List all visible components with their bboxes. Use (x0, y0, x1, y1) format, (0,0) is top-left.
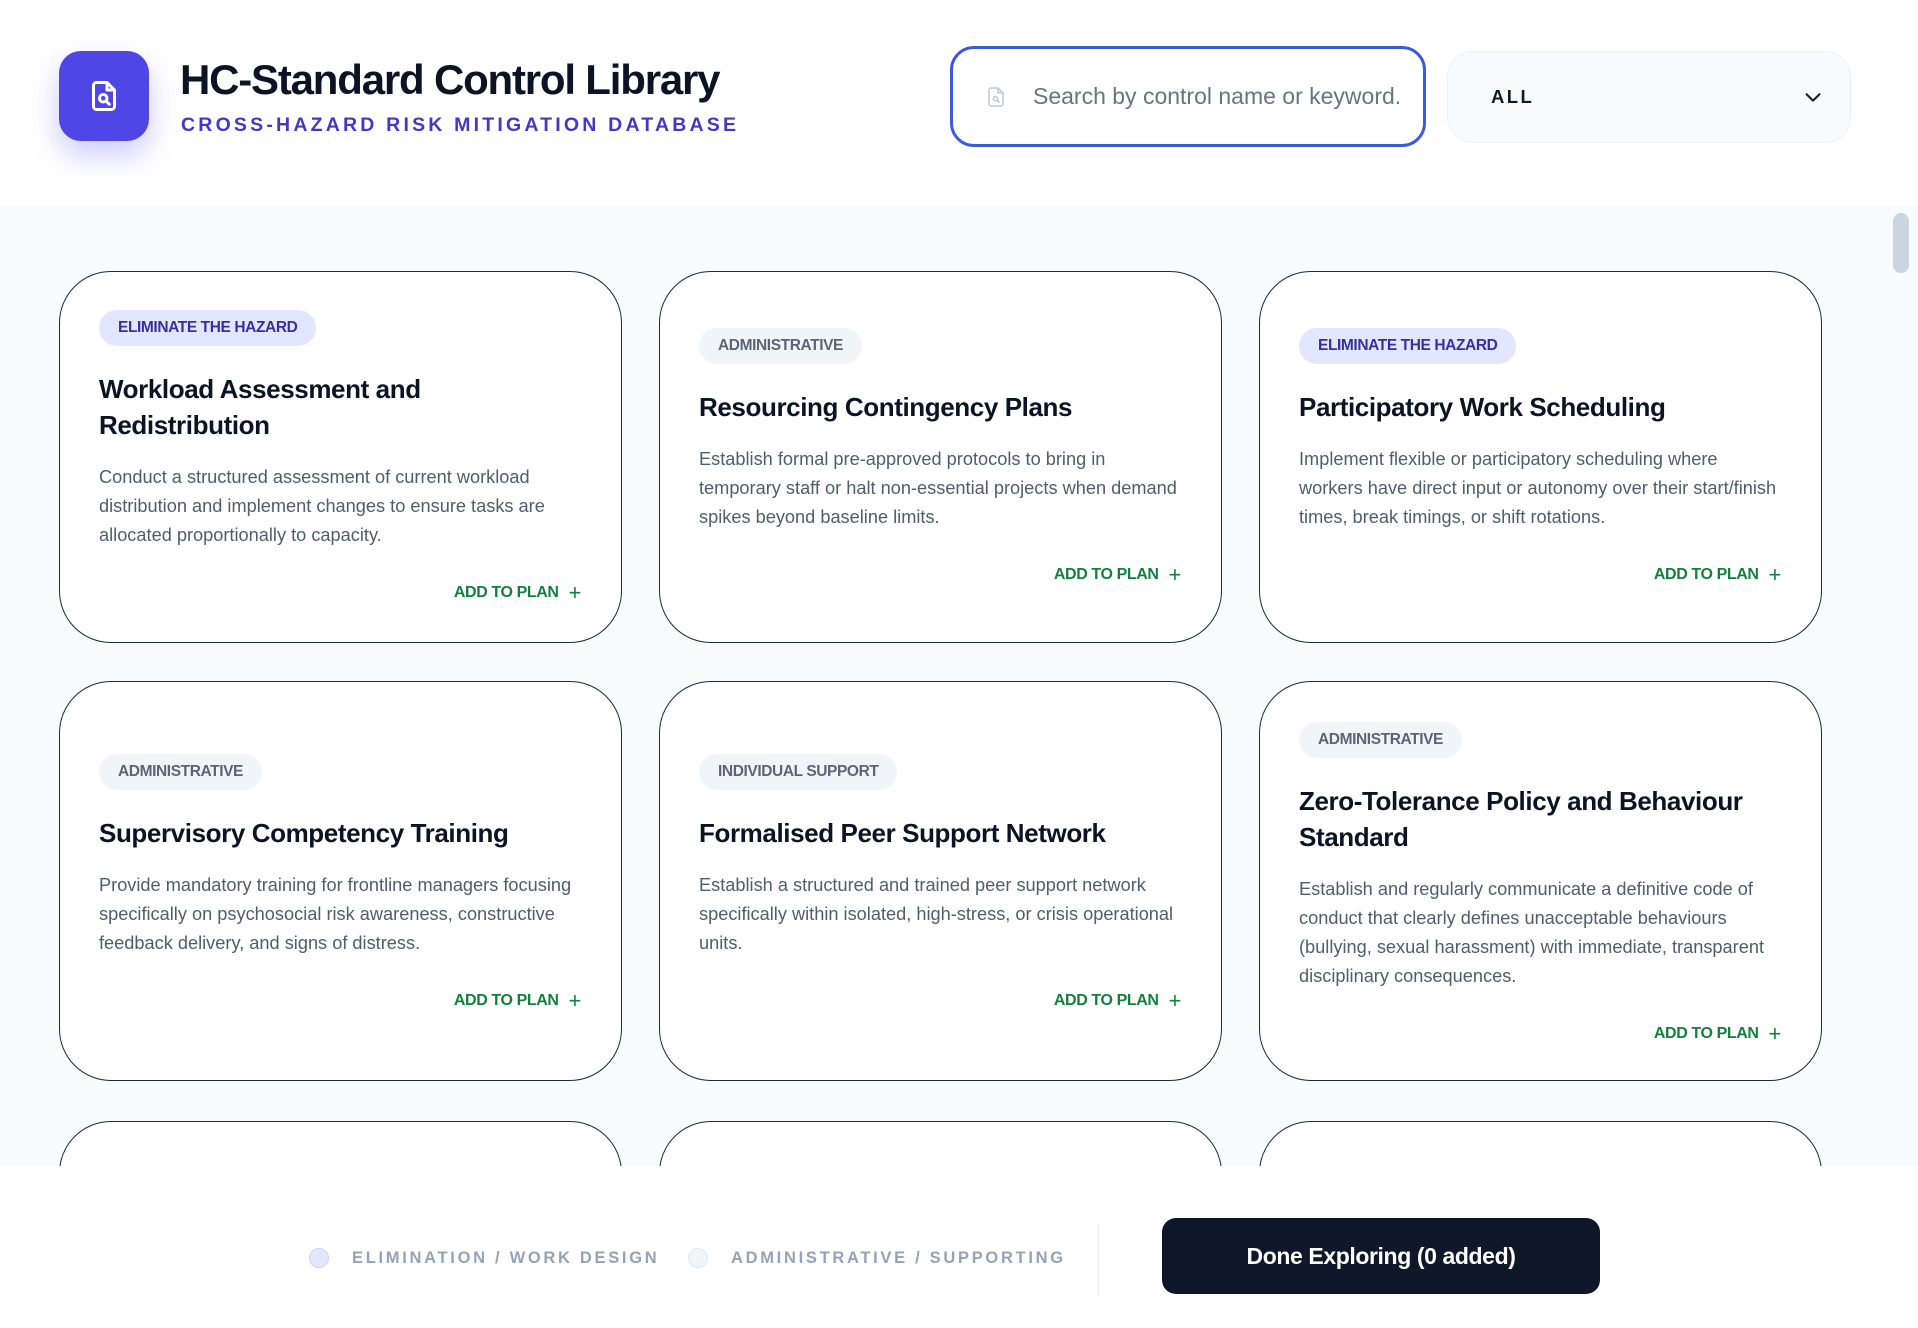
done-exploring-button[interactable]: Done Exploring (0 added) (1162, 1218, 1600, 1294)
category-badge: ADMINISTRATIVE (699, 328, 862, 364)
control-description: Implement flexible or participatory sche… (1299, 449, 1777, 527)
plus-icon: + (568, 988, 582, 1013)
control-title: Supervisory Competency Training (99, 818, 509, 848)
add-to-plan-label: ADD TO PLAN (1653, 566, 1759, 583)
add-to-plan-button[interactable]: ADD TO PLAN + (99, 988, 582, 1013)
scrollbar-track[interactable] (1888, 206, 1918, 1166)
legend-label: ELIMINATION / WORK DESIGN (352, 1248, 660, 1267)
controls-grid: ELIMINATE THE HAZARD Workload Assessment… (0, 206, 1918, 1166)
add-to-plan-label: ADD TO PLAN (1053, 566, 1159, 583)
add-to-plan-label: ADD TO PLAN (453, 992, 559, 1009)
category-badge: ADMINISTRATIVE (1299, 722, 1462, 758)
category-badge: INDIVIDUAL SUPPORT (699, 754, 898, 790)
plus-icon: + (1168, 988, 1182, 1013)
plus-icon: + (1768, 562, 1782, 587)
chevron-down-icon (1805, 93, 1821, 102)
control-description: Conduct a structured assessment of curre… (99, 467, 545, 545)
legend-elimination: ELIMINATION / WORK DESIGN (309, 1248, 659, 1268)
control-card-partial (659, 1121, 1222, 1166)
category-badge: ELIMINATE THE HAZARD (1299, 328, 1517, 364)
category-badge: ELIMINATE THE HAZARD (99, 310, 317, 346)
add-to-plan-button[interactable]: ADD TO PLAN + (699, 562, 1182, 587)
control-title: Workload Assessment and Redistribution (99, 374, 421, 440)
control-title: Zero-Tolerance Policy and Behaviour Stan… (1299, 786, 1743, 852)
control-description: Establish a structured and trained peer … (699, 875, 1174, 953)
app-header: HC-Standard Control Library CROSS-HAZARD… (0, 0, 1918, 206)
document-search-icon (983, 84, 1009, 110)
app-title: HC-Standard Control Library (180, 56, 720, 103)
legend-label: ADMINISTRATIVE / SUPPORTING (731, 1248, 1066, 1267)
scrollbar-thumb[interactable] (1893, 213, 1909, 273)
footer-divider (1098, 1222, 1099, 1298)
add-to-plan-button[interactable]: ADD TO PLAN + (1299, 1021, 1782, 1046)
search-box[interactable] (950, 46, 1426, 147)
add-to-plan-label: ADD TO PLAN (453, 584, 559, 601)
control-card-partial (1259, 1121, 1822, 1166)
control-card: ADMINISTRATIVE Resourcing Contingency Pl… (659, 271, 1222, 643)
plus-icon: + (568, 580, 582, 605)
plus-icon: + (1168, 562, 1182, 587)
control-description: Establish formal pre-approved protocols … (699, 449, 1177, 527)
control-card: INDIVIDUAL SUPPORT Formalised Peer Suppo… (659, 681, 1222, 1081)
filter-selected-value: ALL (1491, 86, 1535, 107)
app-subtitle: CROSS-HAZARD RISK MITIGATION DATABASE (181, 114, 740, 136)
control-card: ELIMINATE THE HAZARD Workload Assessment… (59, 271, 622, 643)
control-description: Establish and regularly communicate a de… (1299, 879, 1764, 986)
add-to-plan-label: ADD TO PLAN (1053, 992, 1159, 1009)
add-to-plan-button[interactable]: ADD TO PLAN + (99, 580, 582, 605)
control-card: ELIMINATE THE HAZARD Participatory Work … (1259, 271, 1822, 643)
control-title: Formalised Peer Support Network (699, 818, 1106, 848)
category-badge: ADMINISTRATIVE (99, 754, 262, 790)
control-title: Resourcing Contingency Plans (699, 392, 1073, 422)
footer-bar: ELIMINATION / WORK DESIGN ADMINISTRATIVE… (0, 1166, 1918, 1328)
search-input[interactable] (1033, 83, 1403, 110)
plus-icon: + (1768, 1021, 1782, 1046)
control-card: ADMINISTRATIVE Supervisory Competency Tr… (59, 681, 622, 1081)
add-to-plan-button[interactable]: ADD TO PLAN + (699, 988, 1182, 1013)
add-to-plan-label: ADD TO PLAN (1653, 1025, 1759, 1042)
app-logo (59, 51, 149, 141)
control-card-partial (59, 1121, 622, 1166)
legend-dot-elimination (309, 1248, 329, 1268)
control-title: Participatory Work Scheduling (1299, 392, 1666, 422)
category-filter-select[interactable]: ALL (1447, 51, 1851, 143)
add-to-plan-button[interactable]: ADD TO PLAN + (1299, 562, 1782, 587)
control-card: ADMINISTRATIVE Zero-Tolerance Policy and… (1259, 681, 1822, 1081)
legend-dot-administrative (688, 1248, 708, 1268)
control-description: Provide mandatory training for frontline… (99, 875, 572, 953)
legend-administrative: ADMINISTRATIVE / SUPPORTING (688, 1248, 1066, 1268)
document-search-icon (92, 81, 116, 111)
